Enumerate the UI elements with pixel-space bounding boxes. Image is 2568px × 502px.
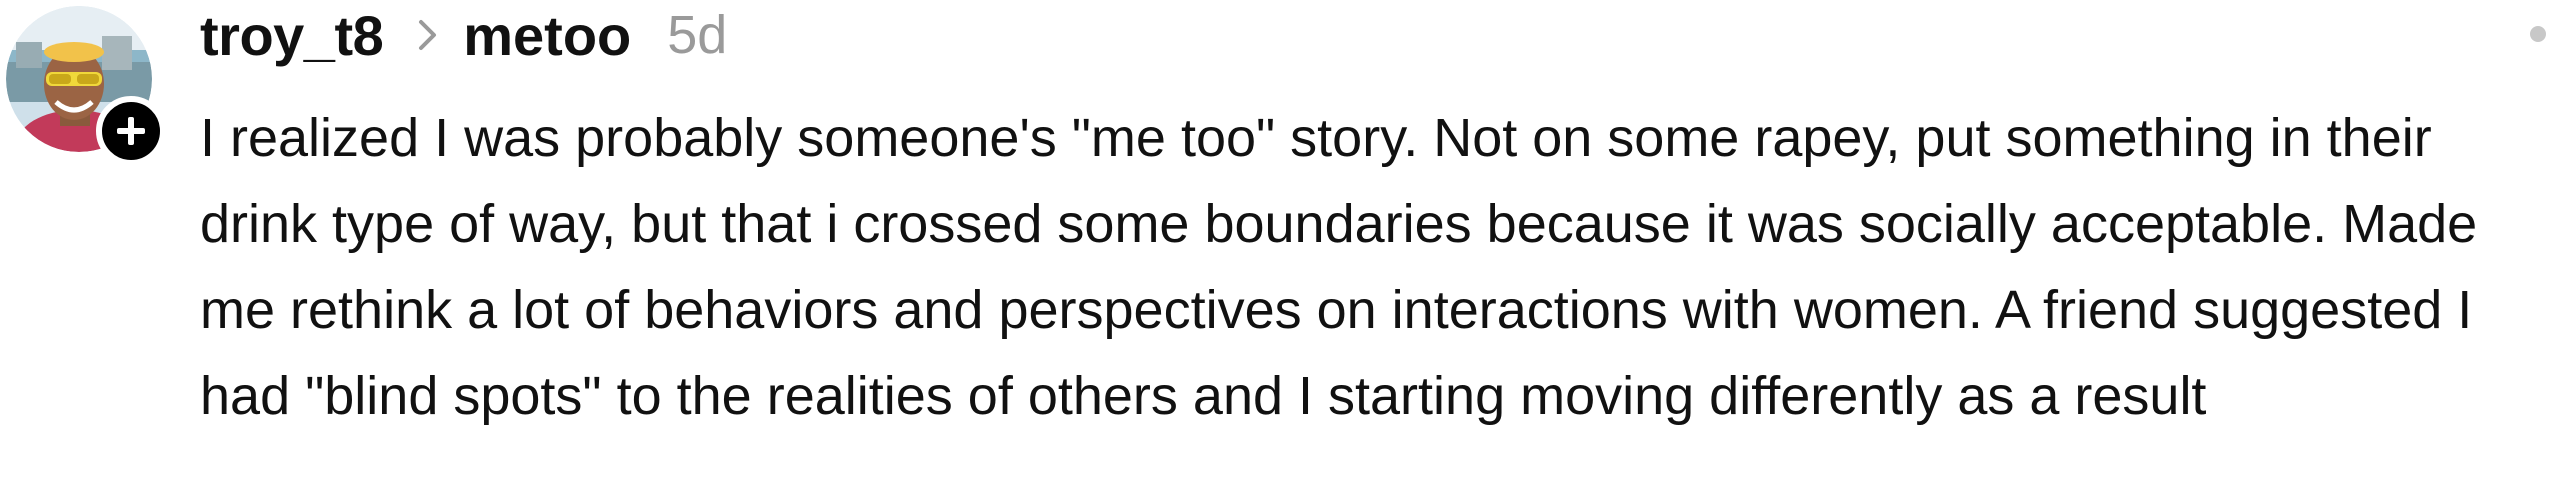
post-header: troy_t8 metoo 5d xyxy=(200,0,727,70)
community-name[interactable]: metoo xyxy=(463,3,631,68)
chevron-right-icon xyxy=(417,18,439,52)
plus-icon xyxy=(117,117,145,145)
author-username[interactable]: troy_t8 xyxy=(200,3,384,68)
post-timestamp: 5d xyxy=(667,5,728,65)
post-card: troy_t8 metoo 5d I realized I was probab… xyxy=(0,0,2568,502)
post-body: I realized I was probably someone's "me … xyxy=(200,108,2478,426)
follow-button[interactable] xyxy=(96,96,166,166)
avatar-container[interactable] xyxy=(6,6,166,166)
more-options-icon[interactable] xyxy=(2530,26,2546,42)
